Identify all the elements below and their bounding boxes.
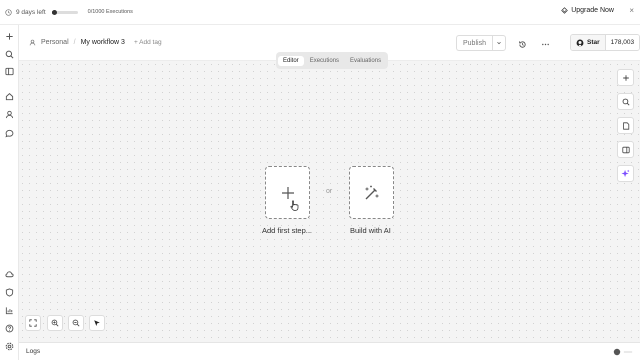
user-icon bbox=[5, 110, 14, 119]
diamond-icon bbox=[561, 7, 568, 14]
settings-icon bbox=[5, 342, 14, 351]
note-icon bbox=[622, 121, 630, 130]
add-node-button[interactable] bbox=[617, 69, 634, 86]
zoom-in-button[interactable] bbox=[47, 315, 63, 331]
sidebar-item-overview[interactable] bbox=[4, 91, 15, 102]
sidebar-item-admin[interactable] bbox=[4, 287, 15, 298]
sidebar-collapse-button[interactable] bbox=[4, 66, 15, 77]
workflow-name[interactable]: My workflow 3 bbox=[81, 39, 125, 46]
home-icon bbox=[5, 92, 14, 101]
sparkle-icon bbox=[621, 169, 630, 178]
chat-icon bbox=[5, 129, 14, 138]
search-icon bbox=[622, 98, 630, 106]
tab-executions[interactable]: Executions bbox=[305, 56, 344, 66]
upgrade-now-label: Upgrade Now bbox=[571, 7, 614, 14]
sidebar-item-templates[interactable] bbox=[4, 269, 15, 280]
sidebar-item-insights[interactable] bbox=[4, 305, 15, 316]
close-icon: × bbox=[629, 6, 634, 15]
sidebar-item-settings[interactable] bbox=[4, 341, 15, 352]
close-banner-button[interactable]: × bbox=[629, 6, 634, 15]
chevron-down-icon bbox=[496, 40, 502, 46]
plus-icon bbox=[281, 186, 295, 200]
add-first-step-label: Add first step... bbox=[262, 226, 313, 235]
upgrade-now-button[interactable]: Upgrade Now bbox=[561, 7, 614, 14]
trial-days-left: 9 days left bbox=[16, 8, 46, 16]
sidebar-item-personal[interactable] bbox=[4, 109, 15, 120]
executions-count: 0/1000 Executions bbox=[87, 9, 133, 15]
panel-icon bbox=[621, 146, 630, 154]
publish-options-button[interactable] bbox=[491, 35, 506, 51]
github-star-count[interactable]: 178,003 bbox=[605, 35, 640, 50]
plus-icon bbox=[622, 74, 630, 82]
sidebar-search-button[interactable] bbox=[4, 49, 15, 60]
fit-view-button[interactable] bbox=[25, 315, 41, 331]
mouse-cursor bbox=[290, 200, 299, 211]
zoom-in-icon bbox=[51, 319, 59, 327]
add-sticky-note-button[interactable] bbox=[617, 117, 634, 134]
toggle-panel-button[interactable] bbox=[617, 141, 634, 158]
main-sidebar bbox=[0, 25, 19, 360]
zoom-out-icon bbox=[72, 319, 80, 327]
ellipsis-icon bbox=[541, 40, 550, 49]
status-icon bbox=[613, 348, 621, 356]
breadcrumb-owner[interactable]: Personal bbox=[41, 39, 69, 46]
publish-button[interactable]: Publish bbox=[456, 35, 492, 51]
sidebar-item-chat[interactable] bbox=[4, 128, 15, 139]
add-tag-button[interactable]: + Add tag bbox=[134, 39, 162, 46]
zoom-out-button[interactable] bbox=[68, 315, 84, 331]
or-separator: or bbox=[326, 188, 333, 195]
logs-label[interactable]: Logs bbox=[26, 348, 40, 355]
build-with-ai-button[interactable] bbox=[349, 166, 394, 219]
expand-icon bbox=[623, 349, 633, 355]
help-icon bbox=[5, 324, 14, 333]
github-star-button[interactable]: Star bbox=[571, 35, 606, 50]
fit-view-icon bbox=[29, 319, 37, 327]
shield-icon bbox=[5, 288, 14, 297]
github-star-label: Star bbox=[587, 39, 600, 46]
trial-progress-knob bbox=[51, 9, 57, 15]
publish-group: Publish bbox=[456, 35, 506, 51]
breadcrumb: Personal / My workflow 3 + Add tag bbox=[29, 39, 162, 46]
history-icon bbox=[518, 40, 527, 49]
logs-indicator bbox=[613, 348, 633, 356]
clock-icon bbox=[5, 8, 12, 16]
more-options-button[interactable] bbox=[540, 39, 550, 49]
chart-icon bbox=[5, 306, 14, 315]
breadcrumb-separator: / bbox=[73, 39, 76, 46]
tab-editor[interactable]: Editor bbox=[278, 55, 304, 66]
search-nodes-button[interactable] bbox=[617, 93, 634, 110]
workflow-history-button[interactable] bbox=[517, 39, 527, 49]
panel-toggle-icon bbox=[5, 67, 14, 76]
trial-status: 9 days left 0/1000 Executions bbox=[5, 9, 133, 16]
github-star-widget: Star 178,003 bbox=[570, 34, 640, 51]
pointer-mode-button[interactable] bbox=[89, 315, 105, 331]
workflow-canvas[interactable]: Editor Executions Evaluations Add first … bbox=[19, 52, 640, 342]
pointer-icon bbox=[93, 319, 101, 327]
trial-banner: 9 days left 0/1000 Executions Upgrade No… bbox=[0, 0, 640, 25]
search-icon bbox=[5, 50, 14, 59]
magic-wand-icon bbox=[363, 184, 381, 202]
build-with-ai-label: Build with AI bbox=[350, 226, 391, 235]
trial-progress-bar bbox=[51, 9, 78, 15]
tab-evaluations[interactable]: Evaluations bbox=[345, 56, 386, 66]
user-icon bbox=[29, 39, 36, 46]
plus-icon bbox=[5, 32, 14, 41]
view-tabs: Editor Executions Evaluations bbox=[276, 52, 389, 69]
sidebar-item-help[interactable] bbox=[4, 323, 15, 334]
logs-panel-bar[interactable]: Logs bbox=[19, 342, 640, 360]
cloud-icon bbox=[5, 270, 14, 279]
add-first-step-button[interactable] bbox=[265, 166, 310, 219]
ai-assistant-button[interactable] bbox=[617, 165, 634, 182]
github-icon bbox=[576, 39, 584, 47]
sidebar-create-button[interactable] bbox=[4, 31, 15, 42]
